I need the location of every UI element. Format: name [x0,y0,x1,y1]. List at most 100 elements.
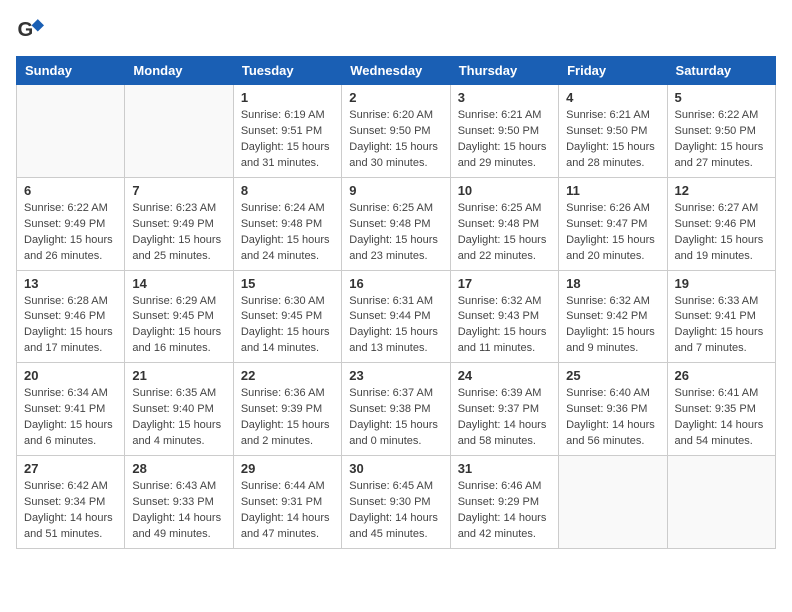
day-info: Sunrise: 6:45 AM Sunset: 9:30 PM Dayligh… [349,479,442,543]
day-number: 2 [349,90,442,105]
day-info: Sunrise: 6:41 AM Sunset: 9:35 PM Dayligh… [675,386,768,450]
day-number: 17 [458,276,551,291]
day-number: 18 [566,276,659,291]
day-info: Sunrise: 6:39 AM Sunset: 9:37 PM Dayligh… [458,386,551,450]
calendar-cell: 11Sunrise: 6:26 AM Sunset: 9:47 PM Dayli… [559,177,667,270]
day-number: 22 [241,368,334,383]
calendar-cell: 9 Sunrise: 6:25 AM Sunset: 9:48 PM Daylig… [342,177,450,270]
weekday-header: Wednesday [342,57,450,85]
day-info: Sunrise: 6:20 AM Sunset: 9:50 PM Dayligh… [349,108,442,172]
day-number: 25 [566,368,659,383]
calendar-cell: 25 Sunrise: 6:40 AM Sunset: 9:36 PM Dayli… [559,363,667,456]
day-info: Sunrise: 6:31 AM Sunset: 9:44 PM Dayligh… [349,294,442,358]
day-number: 6 [24,183,117,198]
weekday-header: Saturday [667,57,775,85]
calendar-cell: 23 Sunrise: 6:37 AM Sunset: 9:38 PM Dayli… [342,363,450,456]
calendar-cell: 5 Sunrise: 6:22 AM Sunset: 9:50 PM Daylig… [667,85,775,178]
day-info: Sunrise: 6:22 AM Sunset: 9:50 PM Dayligh… [675,108,768,172]
calendar-cell: 16 Sunrise: 6:31 AM Sunset: 9:44 PM Dayli… [342,270,450,363]
calendar-header-row: SundayMondayTuesdayWednesdayThursdayFrid… [17,57,776,85]
day-number: 9 [349,183,442,198]
day-info: Sunrise: 6:32 AM Sunset: 9:43 PM Dayligh… [458,294,551,358]
day-number: 8 [241,183,334,198]
day-number: 5 [675,90,768,105]
day-number: 26 [675,368,768,383]
day-info: Sunrise: 6:42 AM Sunset: 9:34 PM Dayligh… [24,479,117,543]
day-info: Sunrise: 6:23 AM Sunset: 9:49 PM Dayligh… [132,201,225,265]
day-number: 10 [458,183,551,198]
day-number: 27 [24,461,117,476]
day-number: 1 [241,90,334,105]
calendar-week-row: 27 Sunrise: 6:42 AM Sunset: 9:34 PM Dayli… [17,456,776,549]
day-number: 4 [566,90,659,105]
day-info: Sunrise: 6:32 AM Sunset: 9:42 PM Dayligh… [566,294,659,358]
calendar-cell: 7 Sunrise: 6:23 AM Sunset: 9:49 PM Daylig… [125,177,233,270]
weekday-header: Friday [559,57,667,85]
day-info: Sunrise: 6:21 AM Sunset: 9:50 PM Dayligh… [458,108,551,172]
day-number: 3 [458,90,551,105]
calendar-cell [667,456,775,549]
day-info: Sunrise: 6:26 AM Sunset: 9:47 PM Dayligh… [566,201,659,265]
logo-icon: G [16,16,44,44]
day-number: 30 [349,461,442,476]
calendar-cell: 3 Sunrise: 6:21 AM Sunset: 9:50 PM Daylig… [450,85,558,178]
weekday-header: Sunday [17,57,125,85]
calendar-cell: 31 Sunrise: 6:46 AM Sunset: 9:29 PM Dayli… [450,456,558,549]
day-number: 24 [458,368,551,383]
day-number: 16 [349,276,442,291]
calendar-cell: 8 Sunrise: 6:24 AM Sunset: 9:48 PM Daylig… [233,177,341,270]
day-number: 28 [132,461,225,476]
calendar-cell: 19 Sunrise: 6:33 AM Sunset: 9:41 PM Dayli… [667,270,775,363]
calendar-cell: 10 Sunrise: 6:25 AM Sunset: 9:48 PM Dayli… [450,177,558,270]
day-info: Sunrise: 6:24 AM Sunset: 9:48 PM Dayligh… [241,201,334,265]
day-info: Sunrise: 6:33 AM Sunset: 9:41 PM Dayligh… [675,294,768,358]
day-info: Sunrise: 6:44 AM Sunset: 9:31 PM Dayligh… [241,479,334,543]
day-info: Sunrise: 6:19 AM Sunset: 9:51 PM Dayligh… [241,108,334,172]
day-number: 15 [241,276,334,291]
calendar-cell: 14Sunrise: 6:29 AM Sunset: 9:45 PM Dayli… [125,270,233,363]
day-info: Sunrise: 6:22 AM Sunset: 9:49 PM Dayligh… [24,201,117,265]
day-number: 7 [132,183,225,198]
calendar-week-row: 1 Sunrise: 6:19 AM Sunset: 9:51 PM Daylig… [17,85,776,178]
day-info: Sunrise: 6:46 AM Sunset: 9:29 PM Dayligh… [458,479,551,543]
day-info: Sunrise: 6:30 AM Sunset: 9:45 PM Dayligh… [241,294,334,358]
day-info: Sunrise: 6:21 AM Sunset: 9:50 PM Dayligh… [566,108,659,172]
day-info: Sunrise: 6:43 AM Sunset: 9:33 PM Dayligh… [132,479,225,543]
calendar-cell: 15 Sunrise: 6:30 AM Sunset: 9:45 PM Dayli… [233,270,341,363]
day-number: 21 [132,368,225,383]
svg-text:G: G [18,19,34,41]
day-info: Sunrise: 6:25 AM Sunset: 9:48 PM Dayligh… [349,201,442,265]
day-number: 23 [349,368,442,383]
day-info: Sunrise: 6:37 AM Sunset: 9:38 PM Dayligh… [349,386,442,450]
day-number: 12 [675,183,768,198]
day-info: Sunrise: 6:35 AM Sunset: 9:40 PM Dayligh… [132,386,225,450]
day-info: Sunrise: 6:40 AM Sunset: 9:36 PM Dayligh… [566,386,659,450]
calendar-cell [125,85,233,178]
day-info: Sunrise: 6:36 AM Sunset: 9:39 PM Dayligh… [241,386,334,450]
calendar-cell: 22 Sunrise: 6:36 AM Sunset: 9:39 PM Dayli… [233,363,341,456]
day-number: 20 [24,368,117,383]
day-info: Sunrise: 6:25 AM Sunset: 9:48 PM Dayligh… [458,201,551,265]
calendar-cell: 4 Sunrise: 6:21 AM Sunset: 9:50 PM Daylig… [559,85,667,178]
day-number: 29 [241,461,334,476]
calendar-cell: 26 Sunrise: 6:41 AM Sunset: 9:35 PM Dayli… [667,363,775,456]
calendar-week-row: 6 Sunrise: 6:22 AM Sunset: 9:49 PM Daylig… [17,177,776,270]
calendar-cell: 29 Sunrise: 6:44 AM Sunset: 9:31 PM Dayli… [233,456,341,549]
day-number: 19 [675,276,768,291]
calendar-cell [17,85,125,178]
day-info: Sunrise: 6:28 AM Sunset: 9:46 PM Dayligh… [24,294,117,358]
calendar-cell: 1 Sunrise: 6:19 AM Sunset: 9:51 PM Daylig… [233,85,341,178]
day-number: 13 [24,276,117,291]
day-number: 14 [132,276,225,291]
day-number: 31 [458,461,551,476]
calendar-cell: 27 Sunrise: 6:42 AM Sunset: 9:34 PM Dayli… [17,456,125,549]
calendar-cell: 2 Sunrise: 6:20 AM Sunset: 9:50 PM Daylig… [342,85,450,178]
calendar-week-row: 13 Sunrise: 6:28 AM Sunset: 9:46 PM Dayli… [17,270,776,363]
calendar-cell: 20 Sunrise: 6:34 AM Sunset: 9:41 PM Dayli… [17,363,125,456]
day-info: Sunrise: 6:34 AM Sunset: 9:41 PM Dayligh… [24,386,117,450]
logo: G [16,16,48,44]
calendar-cell: 21 Sunrise: 6:35 AM Sunset: 9:40 PM Dayli… [125,363,233,456]
calendar-week-row: 20 Sunrise: 6:34 AM Sunset: 9:41 PM Dayli… [17,363,776,456]
calendar-table: SundayMondayTuesdayWednesdayThursdayFrid… [16,56,776,549]
day-info: Sunrise: 6:27 AM Sunset: 9:46 PM Dayligh… [675,201,768,265]
